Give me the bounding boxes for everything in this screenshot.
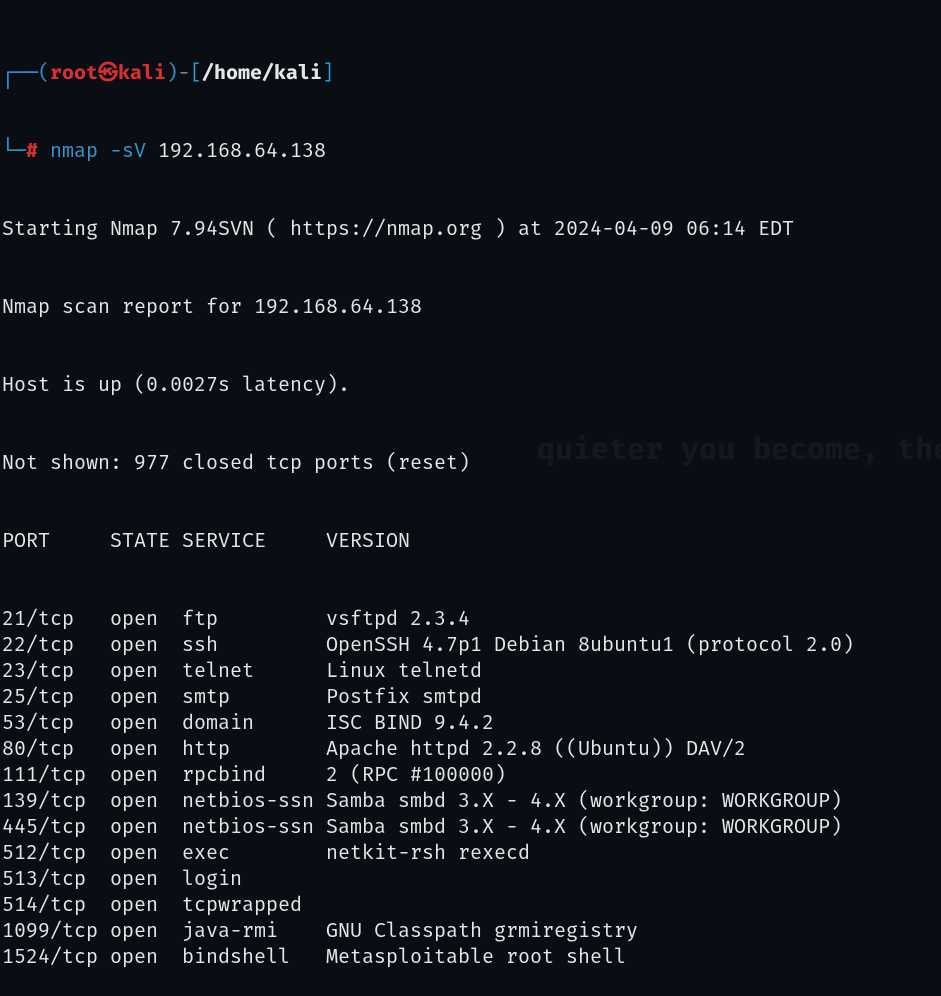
output-host-up: Host is up (0.0027s latency). xyxy=(2,372,941,398)
command-target: 192.168.64.138 xyxy=(158,139,326,163)
prompt-line-1: ┌──(root㉿kali)-[/home/kali] xyxy=(2,60,941,86)
bracket-open: [ xyxy=(190,61,202,85)
prompt-line-2: └─# nmap -sV 192.168.64.138 xyxy=(2,138,941,164)
skull-icon: ㉿ xyxy=(98,61,118,85)
box-corner-icon: └─ xyxy=(2,139,26,163)
table-row: 80/tcp open http Apache httpd 2.2.8 ((Ub… xyxy=(2,736,941,762)
terminal-output[interactable]: ┌──(root㉿kali)-[/home/kali] └─# nmap -sV… xyxy=(0,0,941,996)
box-corner-icon: ┌── xyxy=(2,61,38,85)
output-start: Starting Nmap 7.94SVN ( https://nmap.org… xyxy=(2,216,941,242)
prompt-user: root xyxy=(50,61,98,85)
table-row: 1524/tcp open bindshell Metasploitable r… xyxy=(2,944,941,970)
paren-open: ( xyxy=(38,61,50,85)
prompt-hash: # xyxy=(26,139,38,163)
table-row: 22/tcp open ssh OpenSSH 4.7p1 Debian 8ub… xyxy=(2,632,941,658)
paren-close: ) xyxy=(166,61,178,85)
table-row: 512/tcp open exec netkit-rsh rexecd xyxy=(2,840,941,866)
table-row: 53/tcp open domain ISC BIND 9.4.2 xyxy=(2,710,941,736)
table-row: 139/tcp open netbios-ssn Samba smbd 3.X … xyxy=(2,788,941,814)
port-table: 21/tcp open ftp vsftpd 2.3.422/tcp open … xyxy=(2,606,941,970)
table-row: 25/tcp open smtp Postfix smtpd xyxy=(2,684,941,710)
table-header: PORT STATE SERVICE VERSION xyxy=(2,528,941,554)
output-report: Nmap scan report for 192.168.64.138 xyxy=(2,294,941,320)
output-not-shown: Not shown: 977 closed tcp ports (reset) xyxy=(2,450,941,476)
table-row: 23/tcp open telnet Linux telnetd xyxy=(2,658,941,684)
table-row: 111/tcp open rpcbind 2 (RPC #100000) xyxy=(2,762,941,788)
table-row: 514/tcp open tcpwrapped xyxy=(2,892,941,918)
prompt-dash: - xyxy=(178,61,190,85)
bracket-close: ] xyxy=(322,61,334,85)
table-row: 513/tcp open login xyxy=(2,866,941,892)
table-row: 1099/tcp open java-rmi GNU Classpath grm… xyxy=(2,918,941,944)
prompt-host: kali xyxy=(118,61,166,85)
command: nmap -sV xyxy=(50,139,146,163)
prompt-path: /home/kali xyxy=(202,61,322,85)
table-row: 21/tcp open ftp vsftpd 2.3.4 xyxy=(2,606,941,632)
table-row: 445/tcp open netbios-ssn Samba smbd 3.X … xyxy=(2,814,941,840)
